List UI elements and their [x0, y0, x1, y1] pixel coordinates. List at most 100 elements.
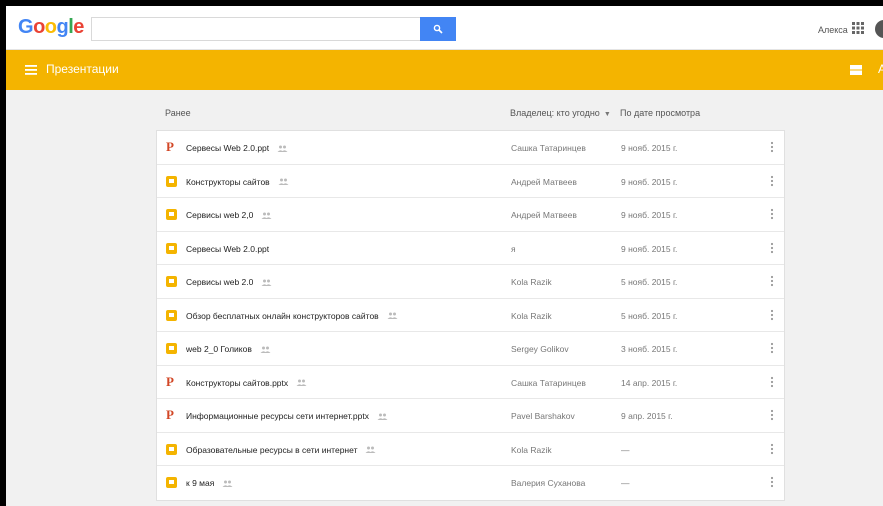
column-header-owner[interactable]: Владелец: кто угодно ▼ — [510, 108, 611, 118]
search-button[interactable] — [420, 17, 456, 41]
sort-letter-button[interactable]: A — [878, 62, 883, 76]
file-name: Сервесы Web 2.0.ppt — [186, 143, 288, 154]
more-options-icon[interactable] — [767, 442, 777, 456]
file-name: Обзор бесплатных онлайн конструкторов са… — [186, 311, 398, 322]
file-name-text: к 9 мая — [186, 478, 215, 488]
logo-letter: e — [73, 16, 84, 38]
file-name-text: Образовательные ресурсы в сети интернет — [186, 444, 358, 455]
file-name: Сервисы web 2,0 — [186, 210, 272, 221]
slides-file-icon — [166, 309, 177, 321]
file-list: P Сервесы Web 2.0.ppt Сашка Татаринцев 9 но… — [156, 130, 785, 501]
menu-icon[interactable] — [24, 63, 38, 77]
file-owner: я — [511, 243, 516, 254]
file-name-text: web 2_0 Голиков — [186, 344, 252, 354]
file-name: web 2_0 Голиков — [186, 344, 271, 355]
column-header-name[interactable]: Ранее — [165, 108, 191, 118]
more-options-icon[interactable] — [767, 308, 777, 322]
file-owner: Kola Razik — [511, 444, 552, 455]
powerpoint-file-icon: P — [166, 139, 174, 154]
file-row[interactable]: P Информационные ресурсы сети интернет.pp… — [157, 399, 784, 433]
shared-icon — [277, 144, 288, 154]
shared-icon — [261, 211, 272, 221]
more-options-icon[interactable] — [767, 375, 777, 389]
file-name-text: Сервесы Web 2.0.ppt — [186, 243, 270, 254]
shared-icon — [365, 445, 376, 455]
file-date: 5 нояб. 2015 г. — [621, 310, 678, 321]
user-name[interactable]: Алекса — [818, 25, 848, 35]
file-owner: Андрей Матвеев — [511, 210, 577, 220]
file-name: к 9 мая — [186, 478, 233, 489]
file-row[interactable]: P Конструкторы сайтов.pptx Сашка Татаринце… — [157, 366, 784, 399]
app-bar: Презентации A — [6, 50, 883, 90]
top-bar: Google Алекса — [6, 6, 883, 50]
file-name: Конструкторы сайтов.pptx — [186, 378, 307, 389]
file-name: Информационные ресурсы сети интернет.ppt… — [186, 411, 388, 422]
file-date: 3 нояб. 2015 г. — [621, 344, 678, 354]
dropdown-arrow-icon: ▼ — [603, 111, 611, 118]
search-icon — [433, 24, 443, 34]
more-options-icon[interactable] — [767, 408, 777, 422]
file-row[interactable]: Конструкторы сайтов Андрей Матвеев 9 нояб.… — [157, 165, 784, 198]
google-logo[interactable]: Google — [18, 16, 84, 39]
file-name-text: Информационные ресурсы сети интернет.ppt… — [186, 411, 369, 421]
column-header-date[interactable]: По дате просмотра — [620, 108, 700, 118]
file-date: 9 нояб. 2015 г. — [621, 210, 678, 220]
file-name: Конструкторы сайтов — [186, 177, 289, 188]
file-row[interactable]: к 9 мая Валерия Суханова — — [157, 466, 784, 500]
slides-file-icon — [166, 343, 177, 354]
file-owner: Андрей Матвеев — [511, 176, 577, 187]
shared-icon — [377, 412, 388, 422]
more-options-icon[interactable] — [767, 174, 777, 188]
powerpoint-file-icon: P — [166, 407, 174, 422]
grid-view-icon[interactable] — [850, 64, 862, 76]
file-row[interactable]: Сервесы Web 2.0.ppt я 9 нояб. 2015 г. — [157, 232, 784, 265]
logo-letter: o — [44, 16, 57, 38]
file-date: — — [621, 444, 630, 455]
logo-letter: g — [56, 16, 69, 38]
drive-window: Google Алекса Презентации A Ранее Владел… — [6, 6, 883, 506]
file-name: Образовательные ресурсы в сети интернет — [186, 445, 376, 456]
slides-file-icon — [166, 477, 177, 488]
file-date: 14 апр. 2015 г. — [621, 377, 678, 388]
file-date: — — [621, 478, 630, 488]
file-name-text: Сервесы Web 2.0.ppt — [186, 143, 270, 153]
file-date: 9 нояб. 2015 г. — [621, 243, 678, 254]
more-options-icon[interactable] — [767, 475, 777, 489]
file-row[interactable]: Образовательные ресурсы в сети интернет K… — [157, 433, 784, 466]
logo-letter: o — [33, 16, 45, 38]
file-name-text: Конструкторы сайтов.pptx — [186, 377, 289, 388]
slides-file-icon — [166, 175, 177, 187]
file-name: Сервисы web 2.0 — [186, 277, 272, 288]
logo-letter: G — [18, 16, 34, 38]
file-name-text: Конструкторы сайтов — [186, 176, 270, 187]
shared-icon — [278, 177, 289, 187]
file-row[interactable]: P Сервесы Web 2.0.ppt Сашка Татаринцев 9 но… — [157, 131, 784, 165]
more-options-icon[interactable] — [767, 274, 777, 288]
file-row[interactable]: Сервисы web 2.0 Kola Razik 5 нояб. 2015 г. — [157, 265, 784, 299]
more-options-icon[interactable] — [767, 341, 777, 355]
file-row[interactable]: Обзор бесплатных онлайн конструкторов са… — [157, 299, 784, 332]
shared-icon — [387, 311, 398, 321]
avatar[interactable] — [875, 20, 883, 38]
file-owner: Валерия Суханова — [511, 478, 586, 488]
apps-grid-icon[interactable] — [851, 21, 865, 35]
file-name: Сервесы Web 2.0.ppt — [186, 244, 269, 254]
search-box[interactable] — [91, 17, 456, 41]
slides-file-icon — [166, 242, 177, 254]
file-owner: Kola Razik — [511, 277, 552, 287]
owner-filter-label: Владелец: кто угодно — [510, 108, 600, 118]
more-options-icon[interactable] — [767, 241, 777, 255]
file-name-text: Обзор бесплатных онлайн конструкторов са… — [186, 310, 379, 321]
more-options-icon[interactable] — [767, 140, 777, 154]
file-row[interactable]: Сервисы web 2,0 Андрей Матвеев 9 нояб. 201… — [157, 198, 784, 232]
file-owner: Сашка Татаринцев — [511, 143, 586, 153]
shared-icon — [260, 345, 271, 355]
file-name-text: Сервисы web 2.0 — [186, 277, 254, 287]
more-options-icon[interactable] — [767, 207, 777, 221]
file-row[interactable]: web 2_0 Голиков Sergey Golikov 3 нояб. 201… — [157, 332, 784, 366]
shared-icon — [261, 278, 272, 288]
slides-file-icon — [166, 443, 177, 455]
file-owner: Pavel Barshakov — [511, 411, 575, 421]
search-input[interactable] — [92, 18, 455, 40]
slides-file-icon — [166, 276, 177, 287]
